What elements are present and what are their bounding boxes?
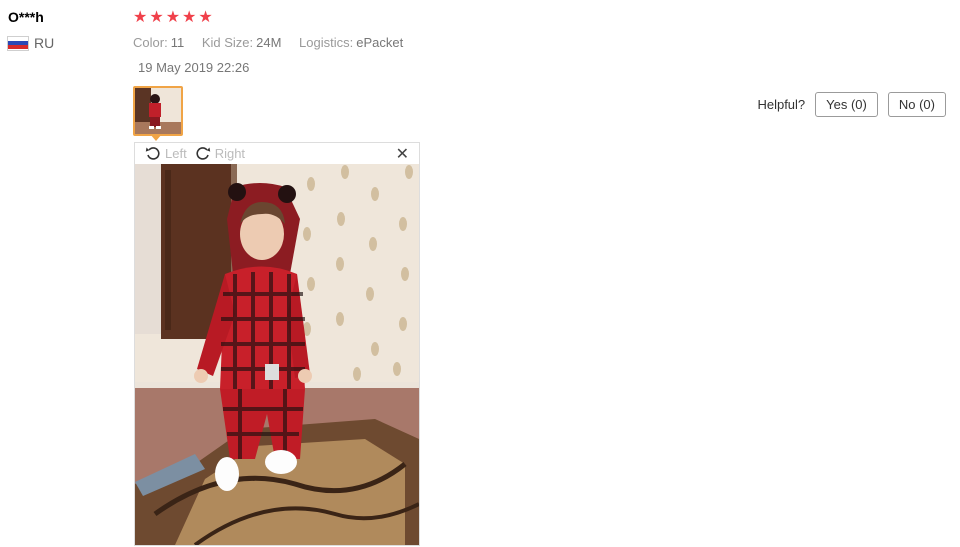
attr-logistics-value: ePacket (356, 35, 404, 50)
attr-size-value: 24M (256, 35, 282, 50)
star-icon: ★ (198, 9, 213, 26)
rotate-left-label: Left (165, 146, 187, 161)
star-icon: ★ (133, 9, 148, 26)
rotate-right-icon (196, 146, 210, 160)
review-photo-thumbnail[interactable] (133, 86, 183, 136)
country-code: RU (34, 35, 55, 51)
star-rating: ★ ★ ★ ★ ★ (133, 9, 213, 27)
close-icon[interactable]: ✕ (396, 144, 409, 164)
attr-color-value: 11 (170, 35, 185, 50)
viewer-toolbar: Left Right ✕ (135, 143, 419, 164)
review-photo (135, 164, 419, 545)
russia-flag-icon (8, 36, 28, 50)
helpful-yes-button[interactable]: Yes (0) (815, 92, 878, 117)
rotate-right-button[interactable]: Right (195, 146, 245, 162)
helpful-label: Helpful? (757, 97, 806, 112)
attr-size-name: Kid Size: (201, 35, 254, 50)
attr-color-name: Color: (133, 35, 168, 50)
order-attributes: Color: 11 Kid Size: 24M Logistics: ePacket (133, 35, 417, 50)
reviewer-name: O***h (8, 9, 44, 25)
thumbnail-pointer (150, 134, 162, 141)
star-icon: ★ (165, 9, 181, 26)
rotate-right-label: Right (214, 146, 246, 161)
helpful-no-button[interactable]: No (0) (887, 92, 946, 117)
thumbnail-image (135, 88, 181, 134)
star-icon: ★ (182, 9, 197, 26)
rotate-left-icon (145, 146, 160, 160)
review-date: 19 May 2019 22:26 (138, 60, 250, 75)
star-icon: ★ (149, 9, 164, 26)
attr-logistics-name: Logistics: (299, 35, 354, 50)
helpful-section: Helpful? Yes (0) No (0) (757, 92, 946, 117)
reviewer-country: RU (8, 35, 54, 51)
rotate-left-button[interactable]: Left (145, 146, 187, 162)
photo-viewer: Left Right ✕ (134, 142, 420, 546)
